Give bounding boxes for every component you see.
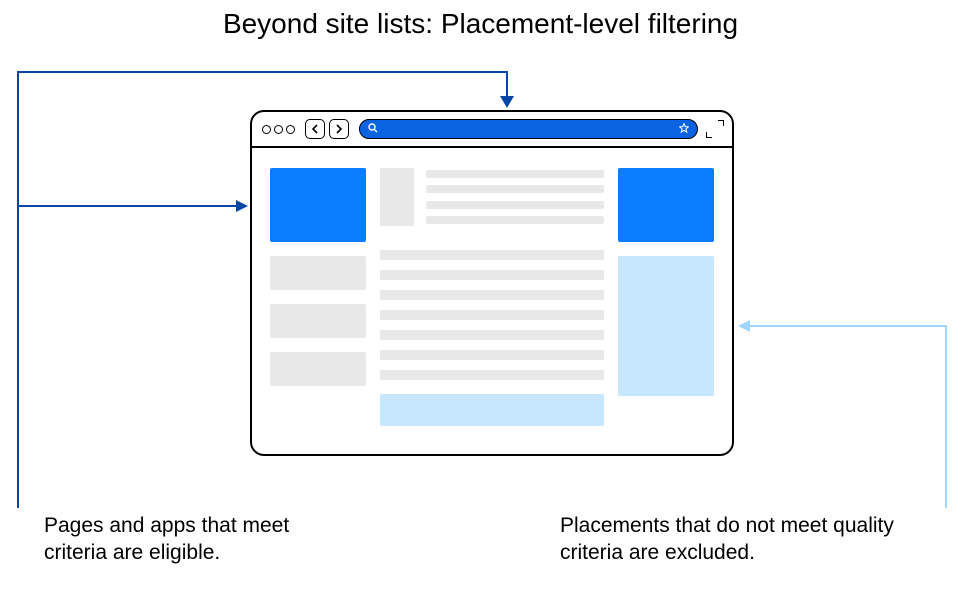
thumbnail-placeholder <box>380 168 414 226</box>
fullscreen-icon <box>708 122 722 136</box>
ad-placement-excluded <box>380 394 604 426</box>
content-placeholder <box>270 304 366 338</box>
window-dot-icon <box>274 125 283 134</box>
page-content <box>252 148 732 454</box>
page-title: Beyond site lists: Placement-level filte… <box>0 0 961 40</box>
caption-excluded: Placements that do not meet quality crit… <box>560 512 900 567</box>
browser-window <box>250 110 734 456</box>
body-lines <box>380 250 604 380</box>
url-bar[interactable] <box>359 119 698 139</box>
star-icon <box>679 123 689 136</box>
ad-placement-eligible <box>270 168 366 242</box>
window-controls <box>262 125 295 134</box>
ad-placement-excluded <box>618 256 714 396</box>
ad-placement-eligible <box>618 168 714 242</box>
browser-toolbar <box>252 112 732 148</box>
caption-eligible: Pages and apps that meet criteria are el… <box>44 512 344 567</box>
back-button[interactable] <box>305 119 325 139</box>
search-icon <box>368 123 378 136</box>
content-placeholder <box>270 256 366 290</box>
window-dot-icon <box>262 125 271 134</box>
window-dot-icon <box>286 125 295 134</box>
content-placeholder <box>270 352 366 386</box>
heading-lines <box>426 168 604 226</box>
forward-button[interactable] <box>329 119 349 139</box>
nav-buttons <box>305 119 349 139</box>
